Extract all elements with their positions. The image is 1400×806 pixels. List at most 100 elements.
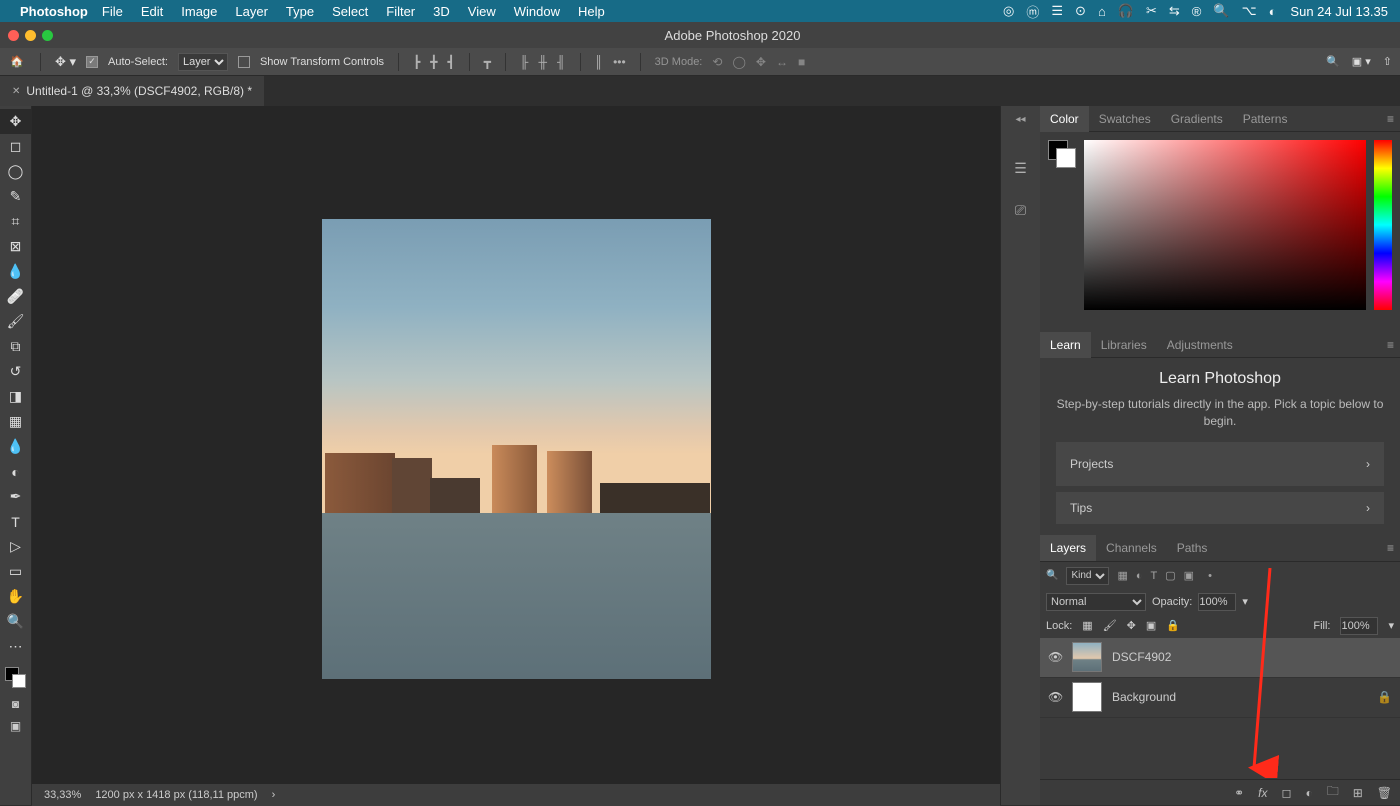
edit-toolbar[interactable]: ⋯: [0, 634, 31, 659]
move-tool[interactable]: ✥: [0, 109, 31, 134]
fill-input[interactable]: [1340, 617, 1378, 635]
layers-panel-menu-icon[interactable]: ≡: [1387, 541, 1394, 555]
distribute-h-icon[interactable]: ╟: [520, 55, 529, 69]
tab-adjustments[interactable]: Adjustments: [1157, 332, 1243, 358]
traffic-lights[interactable]: [8, 30, 53, 41]
layer-row[interactable]: 👁 Background 🔒: [1040, 678, 1400, 718]
menu-image[interactable]: Image: [181, 4, 217, 19]
new-group-icon[interactable]: 🗀: [1327, 782, 1339, 803]
color-swatch-pair[interactable]: [1048, 140, 1076, 324]
headphones-icon[interactable]: 🎧: [1118, 3, 1134, 19]
align-right-icon[interactable]: ┫: [448, 55, 455, 69]
frame-tool[interactable]: ⊠: [0, 234, 31, 259]
filter-shape-icon[interactable]: ▢: [1165, 569, 1175, 582]
hue-slider[interactable]: [1374, 140, 1392, 310]
app-icon[interactable]: ⓜ: [1026, 2, 1039, 21]
control-center-icon[interactable]: ⌥: [1242, 3, 1257, 19]
properties-panel-icon[interactable]: ⎚: [1015, 202, 1026, 219]
hand-tool[interactable]: ✋: [0, 584, 31, 609]
filter-type-icon[interactable]: T: [1151, 570, 1158, 582]
play-icon[interactable]: ⊙: [1075, 3, 1086, 19]
pen-tool[interactable]: ✒: [0, 484, 31, 509]
fill-chevron-icon[interactable]: ▾: [1388, 619, 1394, 632]
drive-icon[interactable]: ☰: [1051, 3, 1063, 19]
menu-help[interactable]: Help: [578, 4, 605, 19]
layer-name[interactable]: Background: [1112, 690, 1176, 704]
home-button[interactable]: 🏠: [8, 53, 26, 71]
move-tool-icon[interactable]: ✥ ▾: [55, 54, 76, 70]
collapse-panels-icon[interactable]: ◂◂: [1015, 114, 1025, 125]
tab-learn[interactable]: Learn: [1040, 332, 1091, 358]
marquee-tool[interactable]: ◻: [0, 134, 31, 159]
menu-type[interactable]: Type: [286, 4, 314, 19]
filter-pixel-icon[interactable]: ▦: [1117, 569, 1127, 582]
lasso-tool[interactable]: ◯: [0, 159, 31, 184]
home-status-icon[interactable]: ⌂: [1098, 4, 1106, 19]
blend-mode-select[interactable]: Normal: [1046, 593, 1146, 611]
menu-edit[interactable]: Edit: [141, 4, 163, 19]
lock-transparency-icon[interactable]: ▦: [1082, 619, 1092, 632]
auto-select-checkbox[interactable]: ✓: [86, 56, 98, 68]
user-icon[interactable]: ®: [1192, 4, 1202, 19]
close-window-icon[interactable]: [8, 30, 19, 41]
dodge-tool[interactable]: ◐: [0, 459, 31, 484]
opacity-chevron-icon[interactable]: ▾: [1242, 595, 1248, 608]
show-transform-checkbox[interactable]: [238, 56, 250, 68]
blur-tool[interactable]: 💧: [0, 434, 31, 459]
distribute-center-icon[interactable]: ╫: [539, 55, 548, 69]
auto-select-target[interactable]: Layer: [178, 53, 228, 71]
document-canvas[interactable]: [322, 219, 711, 679]
lock-artboard-icon[interactable]: ▣: [1146, 619, 1156, 632]
zoom-level[interactable]: 33,33%: [44, 789, 81, 801]
filter-smart-icon[interactable]: ▣: [1184, 569, 1194, 582]
type-tool[interactable]: T: [0, 509, 31, 534]
history-panel-icon[interactable]: ☰: [1014, 160, 1027, 177]
tab-color[interactable]: Color: [1040, 106, 1089, 132]
app-name[interactable]: Photoshop: [20, 4, 88, 19]
lock-all-icon[interactable]: 🔒: [1166, 619, 1180, 632]
color-field[interactable]: [1084, 140, 1366, 310]
layer-filter-kind[interactable]: Kind: [1066, 567, 1109, 585]
layer-style-icon[interactable]: fx: [1258, 786, 1267, 800]
panel-background-color[interactable]: [1056, 148, 1076, 168]
filter-adjustment-icon[interactable]: ◐: [1136, 570, 1143, 582]
menu-layer[interactable]: Layer: [235, 4, 268, 19]
color-panel-menu-icon[interactable]: ≡: [1387, 112, 1394, 126]
visibility-toggle-icon[interactable]: 👁: [1048, 650, 1062, 664]
rectangle-tool[interactable]: ▭: [0, 559, 31, 584]
menu-filter[interactable]: Filter: [386, 4, 415, 19]
search-icon[interactable]: 🔍: [1326, 55, 1340, 68]
eraser-tool[interactable]: ◨: [0, 384, 31, 409]
menu-select[interactable]: Select: [332, 4, 368, 19]
learn-row-projects[interactable]: Projects ›: [1056, 442, 1384, 486]
layer-thumbnail[interactable]: [1072, 682, 1102, 712]
status-chevron-icon[interactable]: ›: [272, 789, 276, 801]
path-select-tool[interactable]: ▷: [0, 534, 31, 559]
share-icon[interactable]: ⇧: [1383, 55, 1392, 68]
layer-row[interactable]: 👁 DSCF4902: [1040, 638, 1400, 678]
menu-file[interactable]: File: [102, 4, 123, 19]
layer-name[interactable]: DSCF4902: [1112, 650, 1171, 664]
bluetooth-icon[interactable]: ✂: [1146, 3, 1157, 19]
history-brush-tool[interactable]: ↺: [0, 359, 31, 384]
tab-layers[interactable]: Layers: [1040, 535, 1096, 561]
menu-3d[interactable]: 3D: [433, 4, 450, 19]
tab-swatches[interactable]: Swatches: [1089, 106, 1161, 132]
align-center-h-icon[interactable]: ╋: [430, 55, 437, 69]
lock-position-icon[interactable]: ✥: [1127, 619, 1136, 632]
spotlight-icon[interactable]: 🔍: [1213, 3, 1229, 19]
tab-libraries[interactable]: Libraries: [1091, 332, 1157, 358]
brush-tool[interactable]: 🖌: [0, 309, 31, 334]
cc-status-icon[interactable]: ◎: [1003, 3, 1014, 19]
close-tab-icon[interactable]: ✕: [12, 86, 20, 97]
learn-row-tips[interactable]: Tips ›: [1056, 492, 1384, 524]
add-mask-icon[interactable]: ◻: [1281, 786, 1291, 800]
tab-gradients[interactable]: Gradients: [1161, 106, 1233, 132]
menu-view[interactable]: View: [468, 4, 496, 19]
tab-channels[interactable]: Channels: [1096, 535, 1167, 561]
healing-brush-tool[interactable]: 🩹: [0, 284, 31, 309]
learn-panel-menu-icon[interactable]: ≡: [1387, 338, 1394, 352]
opacity-input[interactable]: [1198, 593, 1236, 611]
crop-tool[interactable]: ⌗: [0, 209, 31, 234]
filter-toggle[interactable]: •: [1208, 570, 1212, 582]
